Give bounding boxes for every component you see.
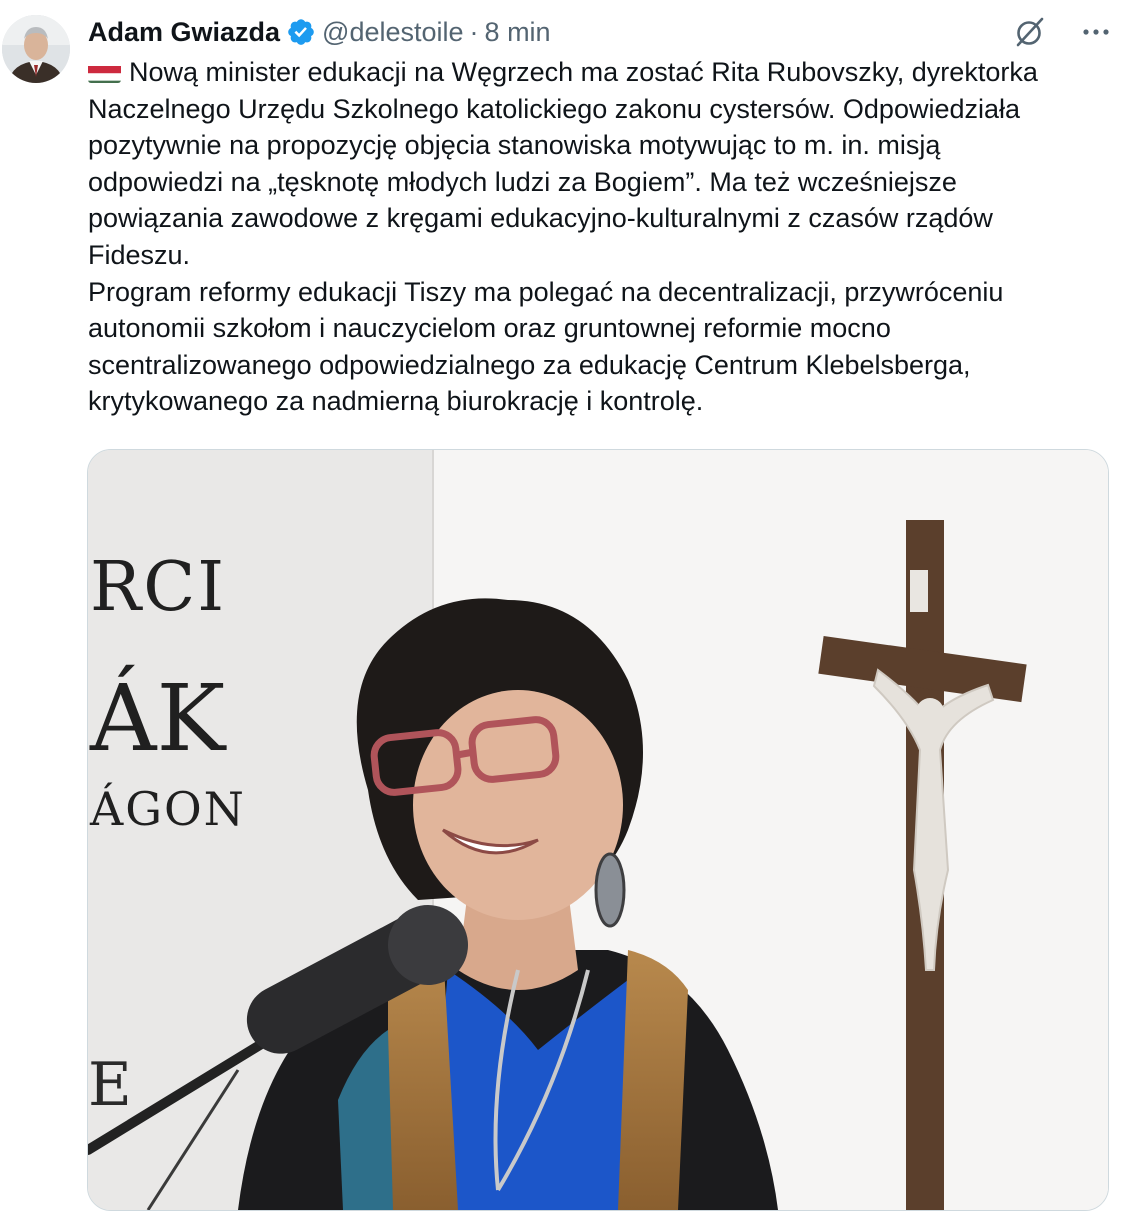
tweet-header: Adam Gwiazda @delestoile · 8 min <box>88 12 551 52</box>
tweet-actions <box>1012 14 1114 50</box>
more-options-icon[interactable] <box>1078 14 1114 50</box>
banner-text-line-3: ÁGON <box>89 781 246 836</box>
tweet-media-image[interactable]: RCI ÁK ÁGON E <box>87 449 1109 1211</box>
author-name[interactable]: Adam Gwiazda <box>88 12 280 52</box>
photo-woman-at-microphone: RCI ÁK ÁGON E <box>88 450 1108 1210</box>
author-handle[interactable]: @delestoile <box>322 12 464 52</box>
tweet-paragraph-1-text: Nową minister edukacji na Węgrzech ma zo… <box>88 57 1038 270</box>
verified-badge-icon <box>286 17 316 47</box>
banner-text-fragment: E <box>88 1050 132 1120</box>
timestamp[interactable]: 8 min <box>485 12 551 52</box>
user-avatar-icon <box>2 15 70 83</box>
grok-icon[interactable] <box>1012 14 1048 50</box>
hungary-flag-icon <box>88 61 121 83</box>
tweet-paragraph-1: Nową minister edukacji na Węgrzech ma zo… <box>88 54 1078 274</box>
tweet-paragraph-2: Program reformy edukacji Tiszy ma polega… <box>88 276 1004 417</box>
banner-text-line-2: ÁK <box>89 665 227 772</box>
banner-text-line-1: RCI <box>90 548 226 627</box>
tweet[interactable]: Adam Gwiazda @delestoile · 8 min Nową mi… <box>0 0 1124 1211</box>
tweet-text: Nową minister edukacji na Węgrzech ma zo… <box>88 54 1078 420</box>
header-separator: · <box>469 17 479 47</box>
avatar[interactable] <box>2 15 70 83</box>
